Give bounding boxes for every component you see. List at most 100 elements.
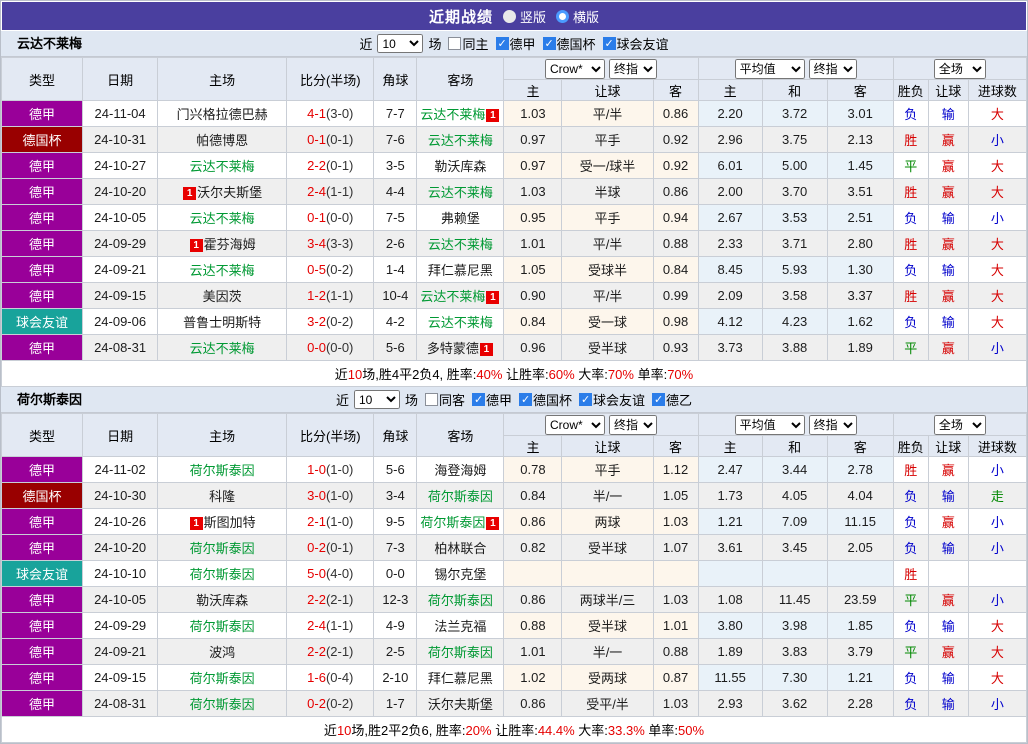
titlebar: 近期战绩 竖版 横版 — [2, 2, 1026, 30]
summary-stat-label: 大率: — [574, 367, 608, 382]
home-team-cell: 门兴格拉德巴赫 — [157, 100, 288, 127]
half-score: (0-1) — [325, 132, 354, 147]
summary-text: 近10场,胜4平2负4, 胜率:40% 让胜率:60% 大率:70% 单率:70… — [1, 360, 1027, 387]
away-team-cell: 云达不莱梅 — [416, 126, 505, 153]
final-odds-select[interactable]: 终指 — [609, 414, 657, 435]
odds-value: 平手 — [561, 456, 654, 483]
result-outcome: 负 — [892, 482, 929, 509]
match-row: 球会友谊 24-09-06 普鲁士明斯特 3-2(0-2) 4-2 云达不莱梅 0.84 受一… — [0, 308, 1028, 335]
average-odds-value: 2.47 — [697, 456, 763, 483]
odds-value: 1.01 — [652, 612, 699, 639]
average-odds-value: 1.73 — [697, 482, 763, 509]
result-handicap: 输 — [927, 612, 969, 639]
result-handicap: 赢 — [927, 230, 969, 257]
odds-value: 0.97 — [503, 126, 563, 153]
sub-column-header: 让球 — [927, 435, 969, 457]
away-team-cell: 云达不莱梅 — [416, 178, 505, 205]
checkbox-checked-icon — [579, 393, 593, 406]
full-match-select[interactable]: 全场 — [933, 414, 986, 435]
page-title: 近期战绩 — [428, 8, 493, 26]
near-label: 近 — [335, 393, 349, 408]
average-odds-value — [826, 560, 894, 587]
half-score: (1-1) — [325, 184, 354, 199]
odds-value: 1.03 — [652, 690, 699, 717]
result-goals: 小 — [967, 334, 1028, 361]
checkbox-icon — [448, 37, 462, 50]
page: 近期战绩 竖版 横版 云达不莱梅近10场同主德甲德国杯球会友谊类型日期主场比分(… — [0, 0, 1028, 744]
same-side-checkbox[interactable]: 同客 — [424, 390, 465, 409]
vertical-layout-radio[interactable]: 竖版 — [502, 7, 546, 26]
league-checkbox[interactable]: 德乙 — [652, 390, 692, 409]
final-odds-select-2[interactable]: 终指 — [808, 414, 857, 435]
average-odds-value: 2.96 — [697, 126, 763, 153]
full-match-select-group: 全场 — [892, 413, 1028, 436]
full-score: 1-2 — [307, 288, 326, 303]
odds-value — [503, 560, 563, 587]
league-checkbox[interactable]: 德国杯 — [519, 390, 572, 409]
summary-stat-label: 近 — [323, 723, 337, 738]
league-checkbox[interactable]: 德国杯 — [542, 34, 596, 53]
average-select-group: 平均值 终指 — [697, 413, 894, 436]
corner-score: 2-6 — [373, 230, 418, 257]
away-team-cell: 海登海姆 — [416, 456, 505, 483]
corner-score: 7-5 — [373, 204, 418, 231]
final-odds-select[interactable]: 终指 — [609, 58, 657, 79]
odds-value: 0.86 — [652, 178, 699, 205]
result-handicap: 输 — [927, 308, 969, 335]
red-card-badge: 1 — [189, 239, 203, 253]
league-badge: 德甲 — [0, 612, 84, 639]
horizontal-layout-radio[interactable]: 横版 — [556, 7, 599, 26]
team-link: 普鲁士明斯特 — [183, 315, 262, 330]
team-name: 荷尔斯泰因 — [17, 392, 83, 407]
odds-value: 0.86 — [503, 690, 563, 717]
red-card-badge: 1 — [183, 187, 197, 201]
summary-stat-value: 20% — [465, 723, 492, 738]
odds-value: 0.93 — [652, 334, 699, 361]
average-odds-value: 2.05 — [826, 534, 894, 561]
league-checkbox[interactable]: 德甲 — [471, 390, 512, 409]
average-select[interactable]: 平均值 — [734, 58, 805, 79]
team-link: 云达不莱梅 — [427, 315, 493, 330]
away-team-cell: 荷尔斯泰因 1 — [416, 508, 505, 535]
result-goals: 小 — [967, 456, 1028, 483]
match-date: 24-09-29 — [82, 612, 159, 639]
average-select[interactable]: 平均值 — [734, 414, 805, 435]
odds-value: 0.88 — [503, 612, 563, 639]
odds-value: 0.90 — [503, 282, 563, 309]
odds-value: 1.05 — [503, 256, 563, 283]
corner-score: 3-5 — [373, 152, 418, 179]
league-badge: 球会友谊 — [0, 560, 84, 587]
odds-company-select[interactable]: Crow* — [545, 58, 605, 79]
full-score: 0-1 — [307, 132, 326, 147]
corner-score: 3-4 — [373, 482, 418, 509]
league-label: 德甲 — [509, 37, 536, 52]
average-odds-value: 3.70 — [761, 178, 828, 205]
half-score: (1-0) — [325, 462, 354, 477]
league-checkbox[interactable]: 德甲 — [495, 34, 536, 53]
column-header: 角球 — [373, 413, 418, 457]
odds-value: 1.01 — [503, 638, 563, 665]
match-count-select[interactable]: 10 — [377, 34, 424, 53]
match-count-select[interactable]: 10 — [353, 390, 400, 409]
result-outcome: 胜 — [892, 560, 929, 587]
red-card-badge: 1 — [189, 517, 203, 531]
result-handicap: 赢 — [927, 638, 969, 665]
odds-value: 1.03 — [652, 508, 699, 535]
table-head: 类型 日期 主场 比分(半场) 角球 客场 Crow* 终指 平均值 终指 全场主让球客主和客胜负让… — [0, 413, 1028, 457]
summary-text: 近10场,胜2平2负6, 胜率:20% 让胜率:44.4% 大率:33.3% 单… — [1, 716, 1027, 743]
final-odds-select-2[interactable]: 终指 — [808, 58, 857, 79]
average-odds-value: 7.30 — [761, 664, 828, 691]
same-side-checkbox[interactable]: 同主 — [448, 34, 489, 53]
odds-company-select[interactable]: Crow* — [545, 414, 605, 435]
average-odds-value: 11.45 — [761, 586, 828, 613]
match-date: 24-09-21 — [82, 256, 159, 283]
league-checkbox[interactable]: 球会友谊 — [602, 34, 669, 53]
red-card-badge: 1 — [479, 343, 493, 357]
match-date: 24-08-31 — [82, 690, 159, 717]
match-date: 24-10-10 — [82, 560, 159, 587]
result-handicap: 赢 — [927, 126, 969, 153]
team-link: 荷尔斯泰因 — [189, 697, 255, 712]
full-match-select[interactable]: 全场 — [933, 58, 986, 79]
league-checkbox[interactable]: 球会友谊 — [579, 390, 645, 409]
league-badge: 德甲 — [0, 638, 84, 665]
